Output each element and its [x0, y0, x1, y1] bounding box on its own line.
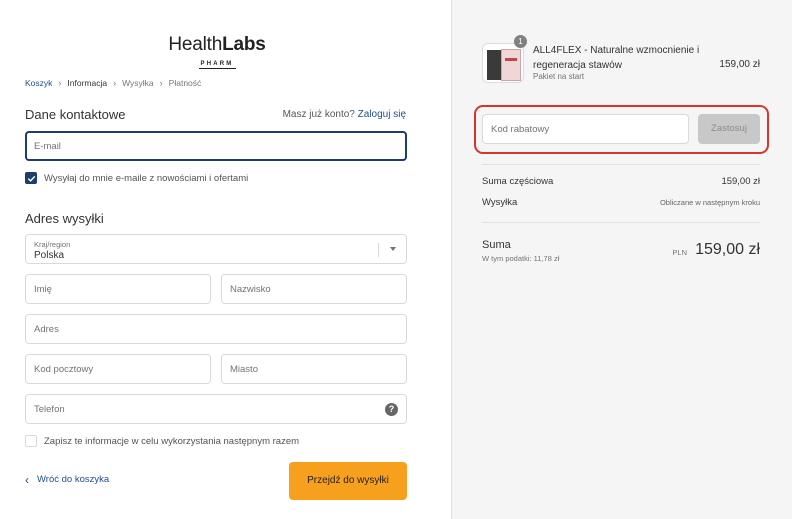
login-link[interactable]: Zaloguj się [358, 109, 406, 120]
last-name-field[interactable]: Nazwisko [221, 274, 407, 304]
email-field[interactable]: E-mail [25, 131, 407, 161]
newsletter-option[interactable]: Wysyłaj do mnie e-maile z nowościami i o… [25, 172, 248, 184]
chevron-left-icon: ‹ [25, 472, 29, 487]
check-icon [27, 175, 35, 182]
newsletter-checkbox[interactable] [25, 172, 37, 184]
breadcrumb-cart[interactable]: Koszyk [25, 78, 52, 88]
phone-placeholder: Telefon [34, 404, 65, 415]
country-select[interactable]: Kraj/region Polska [25, 234, 407, 264]
currency-code: PLN [672, 248, 687, 257]
apply-discount-button[interactable]: Zastosuj [698, 114, 760, 144]
product-image-box-pink [501, 49, 521, 81]
address-field[interactable]: Adres [25, 314, 407, 344]
breadcrumb-shipping: Wysyłka [122, 78, 154, 88]
save-info-option[interactable]: Zapisz te informacje w celu wykorzystani… [25, 435, 299, 447]
city-placeholder: Miasto [230, 364, 258, 375]
order-summary: 1 ALL4FLEX - Naturalne wzmocnienie i reg… [451, 0, 792, 519]
back-to-cart-label: Wróć do koszyka [37, 474, 110, 485]
city-field[interactable]: Miasto [221, 354, 407, 384]
postal-code-placeholder: Kod pocztowy [34, 364, 94, 375]
checkout-main: HealthLabs PHARM Koszyk › Informacja › W… [0, 0, 451, 519]
breadcrumb: Koszyk › Informacja › Wysyłka › Płatność [25, 78, 201, 88]
product-name: ALL4FLEX - Naturalne wzmocnienie i regen… [533, 45, 700, 71]
shipping-label: Wysyłka [482, 197, 518, 208]
discount-code-input[interactable]: Kod rabatowy [482, 114, 689, 144]
subtotal-value: 159,00 zł [721, 176, 760, 187]
country-label: Kraj/region [34, 240, 71, 249]
account-prompt: Masz już konto? Zaloguj się [283, 109, 406, 120]
chevron-right-icon: › [113, 78, 117, 88]
logo-subtitle: PHARM [198, 61, 236, 69]
country-value: Polska [34, 250, 65, 261]
summary-divider [482, 164, 760, 165]
product-price: 159,00 zł [719, 59, 760, 70]
total-value: 159,00 zł [695, 241, 760, 258]
phone-field[interactable]: Telefon ? [25, 394, 407, 424]
select-divider [378, 243, 379, 257]
discount-code-placeholder: Kod rabatowy [491, 124, 550, 135]
newsletter-label: Wysyłaj do mnie e-maile z nowościami i o… [44, 172, 249, 184]
product-thumbnail [482, 43, 524, 83]
save-info-label: Zapisz te informacje w celu wykorzystani… [44, 435, 300, 447]
subtotal-label: Suma częściowa [482, 176, 554, 187]
address-placeholder: Adres [34, 324, 59, 335]
account-prompt-text: Masz już konto? [282, 109, 355, 120]
product-variant: Pakiet na start [533, 72, 585, 81]
save-info-checkbox[interactable] [25, 435, 37, 447]
shipping-value: Obliczane w następnym kroku [659, 198, 760, 207]
first-name-placeholder: Imię [34, 284, 52, 295]
chevron-right-icon: › [58, 78, 62, 88]
total-label: Suma [482, 239, 511, 251]
postal-code-field[interactable]: Kod pocztowy [25, 354, 211, 384]
last-name-placeholder: Nazwisko [230, 284, 271, 295]
email-placeholder: E-mail [34, 141, 61, 152]
tax-note: W tym podatki: 11,78 zł [482, 254, 560, 263]
quantity-badge: 1 [514, 35, 527, 48]
help-icon[interactable]: ? [385, 403, 398, 416]
breadcrumb-payment: Płatność [168, 78, 202, 88]
continue-to-shipping-button[interactable]: Przejdź do wysyłki [289, 462, 407, 500]
logo-wordmark: HealthLabs [168, 34, 266, 55]
breadcrumb-information: Informacja [67, 78, 108, 88]
first-name-field[interactable]: Imię [25, 274, 211, 304]
summary-divider [482, 222, 760, 223]
brand-logo[interactable]: HealthLabs PHARM [167, 34, 267, 69]
contact-section-title: Dane kontaktowe [25, 107, 126, 122]
chevron-down-icon [390, 247, 396, 251]
chevron-right-icon: › [159, 78, 163, 88]
back-to-cart-link[interactable]: ‹ Wróć do koszyka [25, 472, 110, 487]
shipping-section-title: Adres wysyłki [25, 211, 104, 226]
